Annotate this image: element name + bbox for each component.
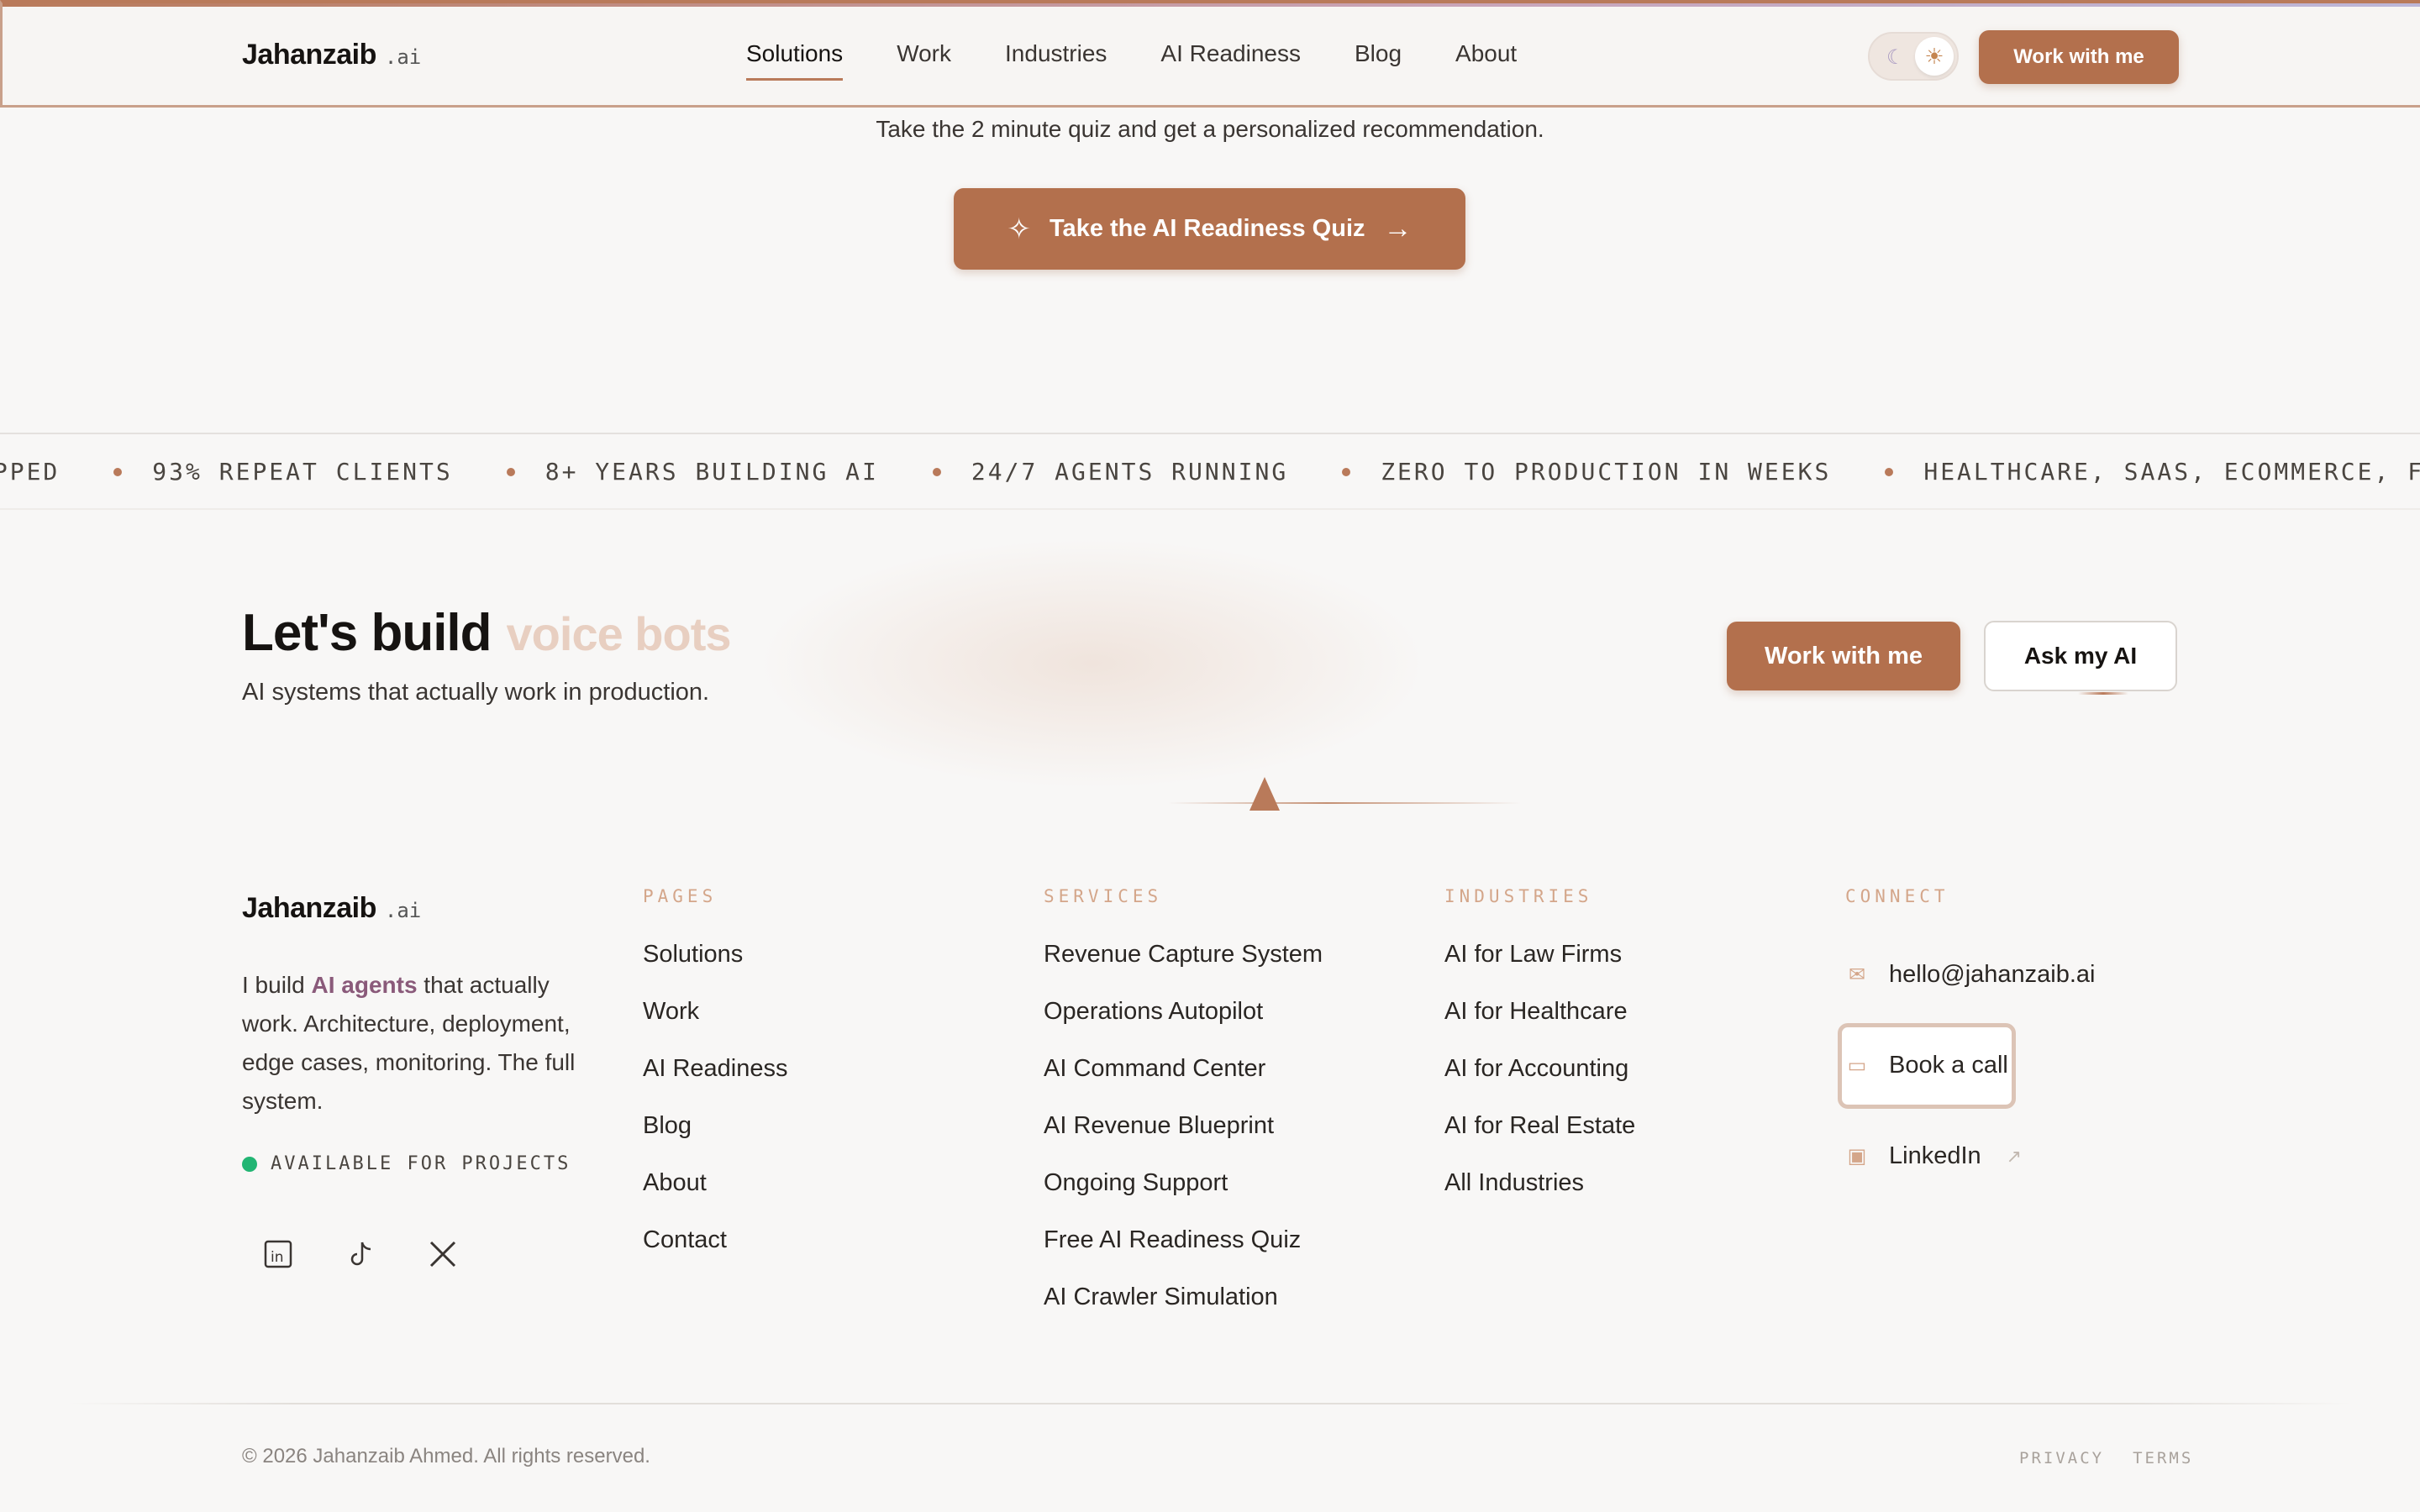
book-call-text: Book a call <box>1889 1052 2008 1079</box>
footer-description: I build AI agents that actually work. Ar… <box>242 966 595 1121</box>
section-divider <box>1168 802 1521 804</box>
nav-blog[interactable]: Blog <box>1355 40 1402 76</box>
copyright-text: © 2026 Jahanzaib Ahmed. All rights reser… <box>242 1445 650 1467</box>
cta-rotating-word: voice bots <box>506 607 731 659</box>
industries-heading: INDUSTRIES <box>1444 886 1593 906</box>
services-heading: SERVICES <box>1044 886 1163 906</box>
pages-heading: PAGES <box>643 886 718 906</box>
connect-heading: CONNECT <box>1845 886 1949 906</box>
quiz-button[interactable]: ✧ Take the AI Readiness Quiz → <box>954 188 1465 270</box>
cta-glow <box>756 538 1428 790</box>
marquee-dot <box>1342 467 1351 476</box>
marquee-item: 24/7 AGENTS RUNNING <box>971 458 1289 486</box>
linkedin-icon[interactable]: in <box>260 1236 296 1272</box>
marquee-dot <box>113 467 123 476</box>
site-header: Jahanzaib .ai Solutions Work Industries … <box>0 0 2420 108</box>
footer-link[interactable]: Ongoing Support <box>1044 1168 1323 1226</box>
footer-logo[interactable]: Jahanzaib .ai <box>242 892 421 925</box>
stats-marquee: IPPED 93% REPEAT CLIENTS 8+ YEARS BUILDI… <box>0 433 2420 510</box>
footer-link[interactable]: Blog <box>643 1111 788 1168</box>
moon-icon: ☾ <box>1886 46 1905 69</box>
privacy-link[interactable]: PRIVACY <box>2019 1449 2104 1467</box>
marquee-dot <box>506 467 515 476</box>
cta-subtitle: AI systems that actually work in product… <box>242 679 710 706</box>
mail-icon: ✉ <box>1848 963 1866 986</box>
footer-link[interactable]: AI for Accounting <box>1444 1054 1635 1111</box>
nav-solutions[interactable]: Solutions <box>746 40 844 81</box>
footer-link[interactable]: About <box>643 1168 788 1226</box>
marquee-item: ZERO TO PRODUCTION IN WEEKS <box>1381 458 1832 486</box>
quiz-subtitle: Take the 2 minute quiz and get a persona… <box>876 116 1544 142</box>
desc-pre: I build <box>242 972 312 998</box>
book-call-link[interactable]: ▭ Book a call <box>1845 1052 2008 1079</box>
header-work-with-me-button[interactable]: Work with me <box>1979 30 2179 84</box>
email-link[interactable]: ✉ hello@jahanzaib.ai <box>1845 961 2096 989</box>
footer-link[interactable]: Contact <box>643 1226 788 1283</box>
x-icon[interactable] <box>425 1236 460 1272</box>
footer-link[interactable]: AI for Healthcare <box>1444 997 1635 1054</box>
availability-text: AVAILABLE FOR PROJECTS <box>271 1153 571 1174</box>
legal-links: PRIVACY TERMS <box>2019 1449 2193 1467</box>
logo-suffix: .ai <box>384 899 422 922</box>
linkedin-icon: ▣ <box>1847 1145 1867 1168</box>
footer-link[interactable]: AI Readiness <box>643 1054 788 1111</box>
footer-link[interactable]: AI for Law Firms <box>1444 940 1635 997</box>
footer-link[interactable]: Work <box>643 997 788 1054</box>
svg-text:in: in <box>271 1249 284 1266</box>
footer-pages-column: PAGES Solutions Work AI Readiness Blog A… <box>643 886 788 1283</box>
footer-link[interactable]: All Industries <box>1444 1168 1635 1226</box>
footer-link[interactable]: Operations Autopilot <box>1044 997 1323 1054</box>
social-links: in <box>260 1236 460 1272</box>
email-text: hello@jahanzaib.ai <box>1889 961 2096 988</box>
header-accent-line <box>3 3 2420 7</box>
theme-toggle[interactable]: ☾ ☀ <box>1868 32 1959 81</box>
nav-work[interactable]: Work <box>897 40 951 76</box>
arrow-right-icon: → <box>1383 213 1413 244</box>
calendar-icon: ▭ <box>1847 1054 1867 1077</box>
marquee-item: 93% REPEAT CLIENTS <box>152 458 453 486</box>
linkedin-link[interactable]: ▣ LinkedIn ↗ <box>1845 1142 2022 1170</box>
footer-link[interactable]: AI Command Center <box>1044 1054 1323 1111</box>
footer-industries-column: INDUSTRIES AI for Law Firms AI for Healt… <box>1444 886 1635 1226</box>
main-nav: Solutions Work Industries AI Readiness B… <box>746 40 1517 81</box>
linkedin-text: LinkedIn <box>1889 1142 1981 1169</box>
availability-status: AVAILABLE FOR PROJECTS <box>242 1153 571 1174</box>
external-link-icon: ↗ <box>2006 1145 2023 1167</box>
marquee-item: 8+ YEARS BUILDING AI <box>544 458 879 486</box>
cta-work-with-me-button[interactable]: Work with me <box>1727 622 1960 690</box>
tiktok-icon[interactable] <box>343 1236 378 1272</box>
ask-my-ai-button[interactable]: Ask my AI <box>1984 621 2177 695</box>
sun-icon: ☀ <box>1915 37 1954 76</box>
status-dot <box>242 1156 257 1172</box>
footer-link[interactable]: AI for Real Estate <box>1444 1111 1635 1168</box>
logo-suffix: .ai <box>384 45 422 69</box>
footer-divider <box>67 1403 2353 1404</box>
cta-title: Let's build voice bots <box>242 603 731 663</box>
footer-connect-column: CONNECT <box>1845 886 1949 940</box>
desc-highlight: AI agents <box>311 972 418 998</box>
nav-about[interactable]: About <box>1455 40 1517 76</box>
nav-industries[interactable]: Industries <box>1005 40 1107 76</box>
footer-link[interactable]: AI Revenue Blueprint <box>1044 1111 1323 1168</box>
sparkle-icon: ✧ <box>1007 213 1032 245</box>
marquee-item: IPPED <box>0 458 60 486</box>
footer-link[interactable]: Free AI Readiness Quiz <box>1044 1226 1323 1283</box>
marquee-track: IPPED 93% REPEAT CLIENTS 8+ YEARS BUILDI… <box>0 458 2420 486</box>
quiz-button-label: Take the AI Readiness Quiz <box>1050 215 1365 242</box>
logo-name: Jahanzaib <box>242 39 376 71</box>
logo-name: Jahanzaib <box>242 892 376 924</box>
divider-arrow-icon <box>1249 777 1280 811</box>
cta-title-text: Let's build <box>242 604 492 662</box>
marquee-item: HEALTHCARE, SAAS, ECOMMERCE, FINANCE <box>1923 458 2420 486</box>
terms-link[interactable]: TERMS <box>2133 1449 2193 1467</box>
header-logo[interactable]: Jahanzaib .ai <box>242 39 421 71</box>
footer-services-column: SERVICES Revenue Capture System Operatio… <box>1044 886 1323 1340</box>
nav-ai-readiness[interactable]: AI Readiness <box>1160 40 1301 76</box>
footer-link[interactable]: Solutions <box>643 940 788 997</box>
footer-link[interactable]: Revenue Capture System <box>1044 940 1323 997</box>
marquee-dot <box>932 467 941 476</box>
marquee-dot <box>1885 467 1894 476</box>
footer-link[interactable]: AI Crawler Simulation <box>1044 1283 1323 1340</box>
